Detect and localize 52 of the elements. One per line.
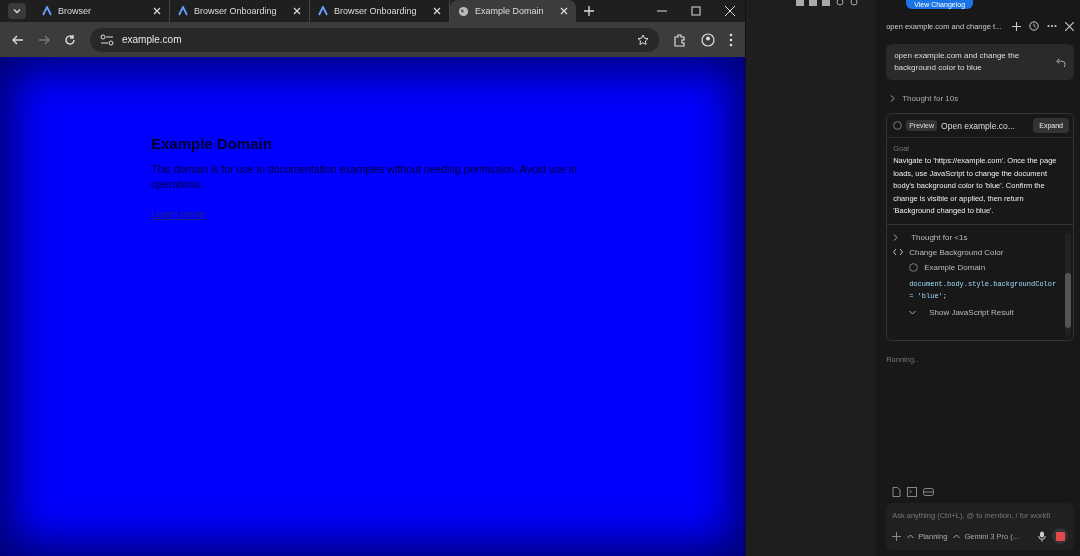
new-tab-icon[interactable] bbox=[584, 6, 594, 16]
page-title: Example Domain bbox=[924, 262, 986, 272]
thought-toggle[interactable]: Thought for <1s bbox=[893, 232, 1061, 242]
undo-icon[interactable] bbox=[1056, 57, 1066, 67]
microphone-icon[interactable] bbox=[1038, 530, 1046, 542]
caret-icon bbox=[12, 6, 22, 16]
close-icon[interactable] bbox=[293, 7, 301, 15]
add-icon[interactable] bbox=[892, 531, 902, 541]
more-icon[interactable] bbox=[1047, 24, 1057, 28]
logo-icon bbox=[42, 6, 52, 16]
chevron-icon bbox=[909, 309, 917, 315]
chevron-icon bbox=[893, 233, 899, 241]
scrollbar[interactable] bbox=[1065, 232, 1071, 336]
globe-icon bbox=[458, 5, 469, 17]
maximize-icon[interactable] bbox=[691, 6, 702, 16]
terminal-icon[interactable] bbox=[907, 487, 918, 497]
show-result-toggle[interactable]: Show JavaScript Result bbox=[893, 307, 1061, 317]
forward-icon[interactable] bbox=[38, 33, 50, 46]
globe-icon bbox=[893, 121, 903, 130]
close-icon[interactable] bbox=[153, 7, 161, 15]
back-icon[interactable] bbox=[12, 33, 24, 46]
thought-toggle[interactable]: Thought for 10s bbox=[886, 80, 1074, 113]
logo-icon bbox=[178, 6, 188, 16]
page-heading: Example Domain bbox=[151, 135, 273, 152]
action-title: Change Background Color bbox=[909, 247, 1004, 257]
reload-icon[interactable] bbox=[64, 33, 76, 46]
browser-tab[interactable]: Example Domain bbox=[450, 0, 576, 22]
code-icon bbox=[893, 248, 904, 257]
page-paragraph: This domain is for use in documentation examples without needing permission. Avoid use in operations. bbox=[151, 162, 578, 192]
close-icon[interactable] bbox=[560, 7, 568, 15]
logo-icon bbox=[318, 6, 328, 16]
bookmark-star-icon[interactable] bbox=[637, 33, 650, 46]
close-icon[interactable] bbox=[725, 6, 736, 16]
extensions-icon[interactable] bbox=[673, 32, 688, 47]
browser-icon[interactable] bbox=[923, 487, 935, 497]
address-bar[interactable]: example.com bbox=[90, 27, 660, 52]
caret-icon bbox=[953, 533, 961, 539]
globe-icon bbox=[909, 262, 919, 272]
add-icon[interactable] bbox=[1012, 21, 1021, 31]
stop-button[interactable] bbox=[1052, 528, 1068, 544]
file-icon[interactable] bbox=[892, 487, 902, 497]
step-title: Open example.co... bbox=[941, 120, 1016, 131]
profile-icon[interactable] bbox=[701, 32, 716, 47]
history-icon[interactable] bbox=[1029, 21, 1039, 31]
close-icon[interactable] bbox=[1065, 21, 1074, 31]
chevron-icon bbox=[890, 95, 896, 103]
menu-icon[interactable] bbox=[729, 32, 734, 47]
site-settings-icon[interactable] bbox=[100, 33, 114, 46]
caret-icon bbox=[907, 533, 915, 539]
user-message-text: open example.com and change the background color to blue bbox=[894, 50, 1021, 74]
close-icon[interactable] bbox=[433, 7, 441, 15]
tab-list-button[interactable] bbox=[8, 3, 26, 19]
